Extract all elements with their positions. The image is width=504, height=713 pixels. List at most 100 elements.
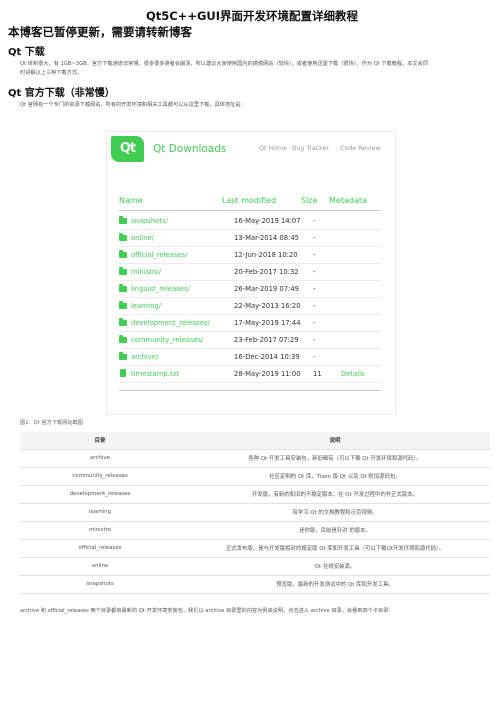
table-header-description: 说明 <box>180 432 490 450</box>
folder-icon <box>119 284 127 292</box>
folder-icon <box>119 267 127 275</box>
entry-modified: 20-Feb-2017 10:32 <box>234 268 299 276</box>
archive-explanation-paragraph: archive 和 official_releases 两个目录都有最新的 Qt… <box>20 608 394 614</box>
qt-downloads-screenshot: Qt Qt Downloads Qt Home Bug Tracker Code… <box>106 131 396 415</box>
intro-paragraph-line-1: Qt 体积很大，有 1GB~3GB，官方下载通道非常慢，很多很多读者会崩溃，所以… <box>20 61 429 67</box>
entry-modified: 16-May-2019 14:07 <box>234 217 301 225</box>
folder-icon <box>119 250 127 258</box>
entry-size: - <box>313 319 316 327</box>
entry-size: - <box>313 285 316 293</box>
entry-modified: 23-Feb-2017 07:29 <box>234 336 299 344</box>
directory-row-learning[interactable]: learning/ 22-May-2013 16:20 - <box>119 298 381 315</box>
file-icon <box>120 369 126 377</box>
table-header-directory: 目录 <box>20 432 180 450</box>
table-row: development_releases 开发版，有新的和旧的不稳定版本，在 Q… <box>20 485 490 504</box>
table-cell-description: 迷你版，目前是针对 的版本。 <box>180 521 490 540</box>
entry-name[interactable]: linguist_releases/ <box>131 285 190 293</box>
directory-row-ministro[interactable]: ministro/ 20-Feb-2017 10:32 - <box>119 264 381 281</box>
column-header-name[interactable]: Name <box>119 196 143 205</box>
table-row: archive 各种 Qt 开发工具安装包，新旧都有（可以下载 Qt 开发环境和… <box>20 449 490 468</box>
table-row: online Qt 在线安装源。 <box>20 557 490 576</box>
table-cell-description: 社区定制的 Qt 库，Tizen 版 Qt 以及 Qt 附加源码包。 <box>180 467 490 486</box>
column-header-last-modified[interactable]: Last modified <box>222 196 276 205</box>
entry-modified: 16-Dec-2014 10:39 <box>234 353 300 361</box>
entry-size: - <box>313 268 316 276</box>
directory-row-official-releases[interactable]: official_releases/ 12-Jun-2018 10:20 - <box>119 247 381 264</box>
entry-size: - <box>313 251 316 259</box>
directory-row-community-releases[interactable]: community_releases/ 23-Feb-2017 07:29 - <box>119 332 381 349</box>
entry-name[interactable]: online/ <box>131 234 154 242</box>
table-cell-description: 正式发布版，是与开发版相对的稳定版 Qt 库和开发工具（可以下载Qt开发环境和源… <box>180 539 490 558</box>
table-cell-directory: official_releases <box>20 539 180 558</box>
folder-icon <box>119 318 127 326</box>
article-page: Qt5C++GUI界面开发环境配置详细教程 本博客已暂停更新，需要请转新博客 Q… <box>0 0 504 713</box>
entry-modified: 22-May-2013 16:20 <box>234 302 301 310</box>
directory-row-archive[interactable]: archive/ 16-Dec-2014 10:39 - <box>119 349 381 366</box>
table-cell-description: 预览版，最新的开发测试中的 Qt 库和开发工具。 <box>180 575 490 594</box>
file-row-timestamp[interactable]: timestamp.txt 28-May-2019 11:00 11 Detai… <box>119 366 381 383</box>
qt-logo: Qt <box>111 136 144 162</box>
header-divider <box>119 210 381 211</box>
entry-modified: 13-Mar-2014 08:45 <box>234 234 299 242</box>
qt-downloads-title: Qt Downloads <box>153 143 227 155</box>
folder-icon <box>119 352 127 360</box>
figure-caption: 图1：Qt 官方下载网站截图 <box>20 420 83 426</box>
entry-name[interactable]: community_releases/ <box>131 336 203 344</box>
table-row: learning 有学习 Qt 的文档教程和示范视频。 <box>20 503 490 522</box>
entry-name[interactable]: snapshots/ <box>131 217 168 225</box>
entry-name[interactable]: official_releases/ <box>131 251 187 259</box>
folder-icon <box>119 233 127 241</box>
directory-row-development-releases[interactable]: development_releases/ 17-May-2019 17:44 … <box>119 315 381 332</box>
section-heading-official: Qt 官方下载（非常慢） <box>8 88 115 99</box>
directory-row-online[interactable]: online/ 13-Mar-2014 08:45 - <box>119 230 381 247</box>
blog-notice-heading: 本博客已暂停更新，需要请转新博客 <box>8 25 192 39</box>
intro-paragraph-line-2: 时讲解以上三种下载方式。 <box>20 70 83 76</box>
folder-icon <box>119 216 127 224</box>
qt-downloads-header: Qt Qt Downloads Qt Home Bug Tracker Code… <box>107 132 397 166</box>
table-cell-description: Qt 在线安装源。 <box>180 557 490 576</box>
footer-divider <box>119 390 381 391</box>
entry-name[interactable]: development_releases/ <box>131 319 210 327</box>
nav-code-review[interactable]: Code Review <box>340 145 381 152</box>
entry-name[interactable]: timestamp.txt <box>131 370 179 378</box>
folder-icon <box>119 301 127 309</box>
table-cell-directory: learning <box>20 503 180 522</box>
table-row: snapshots 预览版，最新的开发测试中的 Qt 库和开发工具。 <box>20 575 490 594</box>
entry-size: - <box>313 302 316 310</box>
entry-name[interactable]: learning/ <box>131 302 161 310</box>
column-header-size[interactable]: Size <box>301 196 317 205</box>
entry-name[interactable]: ministro/ <box>131 268 161 276</box>
folder-icon <box>119 335 127 343</box>
nav-bug-tracker[interactable]: Bug Tracker <box>292 145 329 152</box>
entry-modified: 12-Jun-2018 10:20 <box>234 251 298 259</box>
table-cell-directory: online <box>20 557 180 576</box>
directory-row-linguist-releases[interactable]: linguist_releases/ 26-Mar-2019 07:49 - <box>119 281 381 298</box>
entry-size: - <box>313 217 316 225</box>
directory-description-table: 目录 说明 archive 各种 Qt 开发工具安装包，新旧都有（可以下载 Qt… <box>20 432 490 594</box>
table-row: ministro 迷你版，目前是针对 的版本。 <box>20 521 490 540</box>
entry-modified: 17-May-2019 17:44 <box>234 319 301 327</box>
entry-modified: 26-Mar-2019 07:49 <box>234 285 299 293</box>
table-row: official_releases 正式发布版，是与开发版相对的稳定版 Qt 库… <box>20 539 490 558</box>
table-cell-directory: snapshots <box>20 575 180 594</box>
table-cell-description: 有学习 Qt 的文档教程和示范视频。 <box>180 503 490 522</box>
entry-size: - <box>313 336 316 344</box>
entry-name[interactable]: archive/ <box>131 353 158 361</box>
table-cell-directory: ministro <box>20 521 180 540</box>
table-row: community_releases 社区定制的 Qt 库，Tizen 版 Qt… <box>20 467 490 486</box>
table-header-row: 目录 说明 <box>20 432 490 450</box>
section-heading-download: Qt 下载 <box>8 47 45 58</box>
table-cell-directory: archive <box>20 449 180 468</box>
table-cell-directory: development_releases <box>20 485 180 504</box>
nav-qt-home[interactable]: Qt Home <box>259 145 287 152</box>
official-intro-paragraph: Qt 官网有一个专门的资源下载网站，所有的开发环境和相关工具都可以从这里下载，具… <box>20 102 246 108</box>
column-header-metadata[interactable]: Metadata <box>329 196 367 205</box>
entry-size: 11 <box>313 370 322 378</box>
document-title: Qt5C++GUI界面开发环境配置详细教程 <box>145 9 359 23</box>
table-cell-description: 开发版，有新的和旧的不稳定版本，在 Qt 开发过程中的非正式版本。 <box>180 485 490 504</box>
entry-modified: 28-May-2019 11:00 <box>234 370 301 378</box>
directory-row-snapshots[interactable]: snapshots/ 16-May-2019 14:07 - <box>119 213 381 230</box>
details-link[interactable]: Details <box>341 370 365 378</box>
entry-size: - <box>313 234 316 242</box>
entry-size: - <box>313 353 316 361</box>
